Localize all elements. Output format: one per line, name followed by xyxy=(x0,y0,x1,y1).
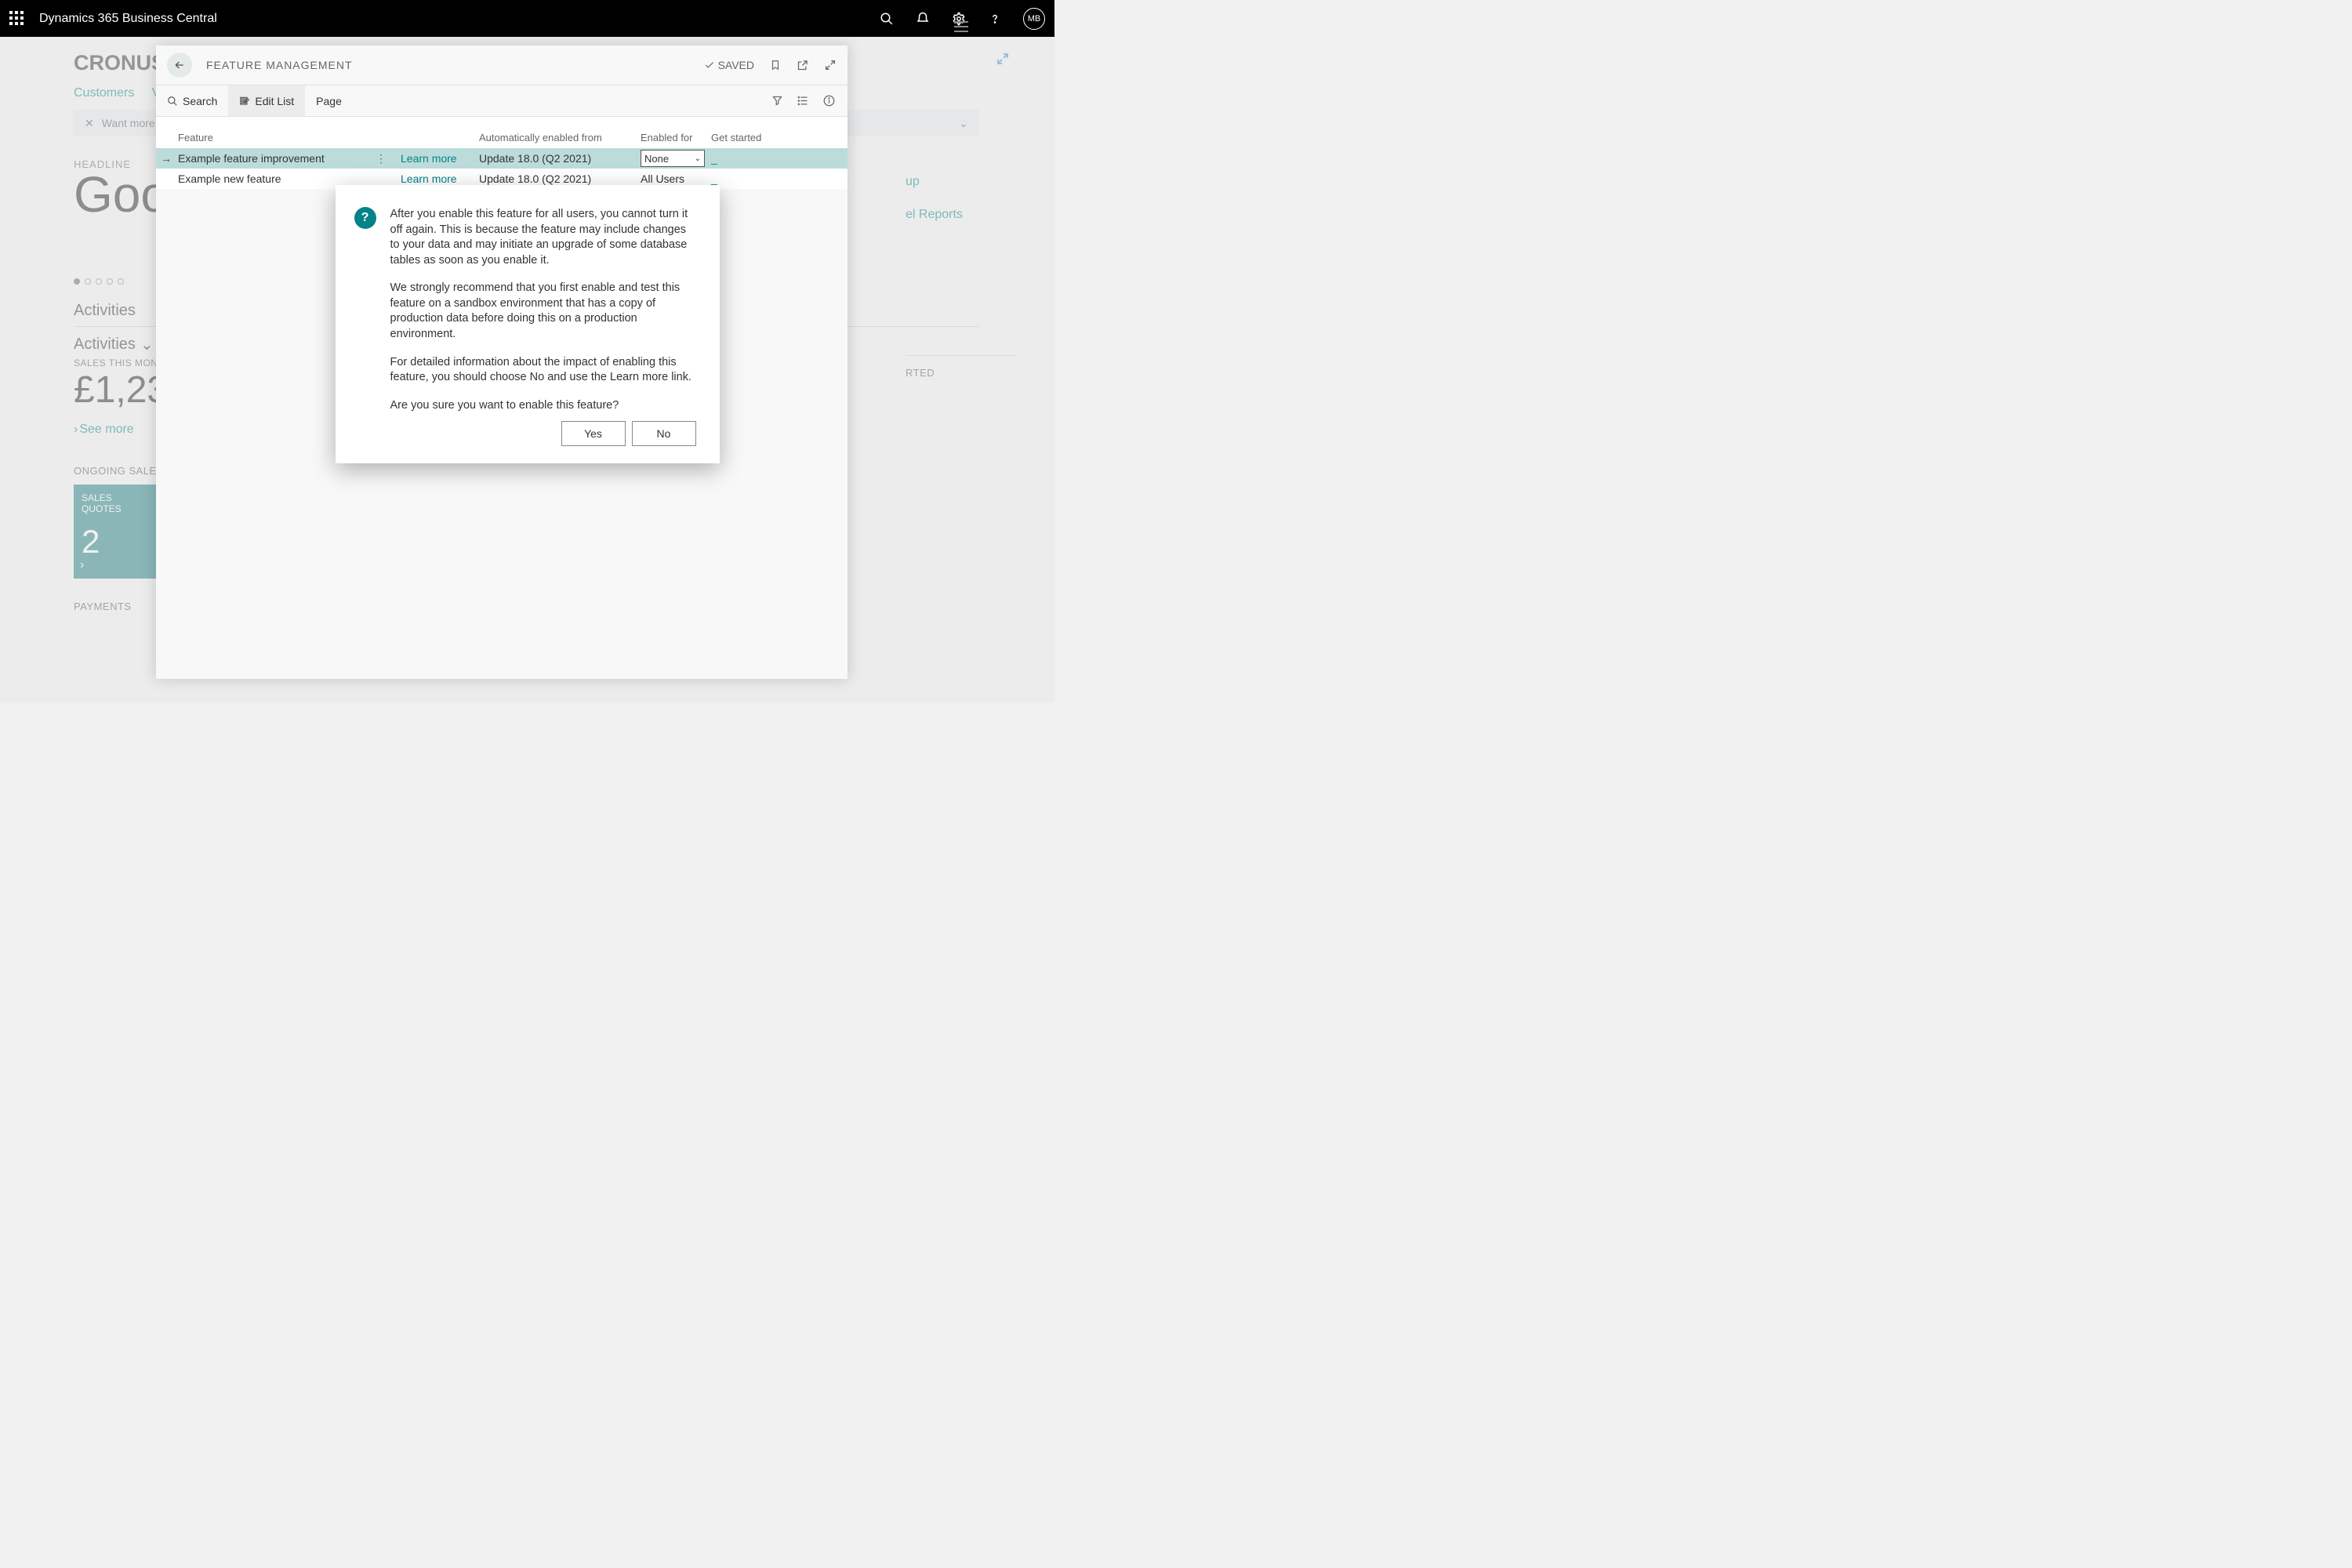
no-button[interactable]: No xyxy=(632,421,696,446)
question-icon: ? xyxy=(354,207,376,229)
yes-button[interactable]: Yes xyxy=(561,421,626,446)
confirm-dialog: ? After you enable this feature for all … xyxy=(336,185,720,463)
dialog-message: After you enable this feature for all us… xyxy=(390,207,696,413)
dialog-backdrop: ? After you enable this feature for all … xyxy=(0,0,1054,702)
